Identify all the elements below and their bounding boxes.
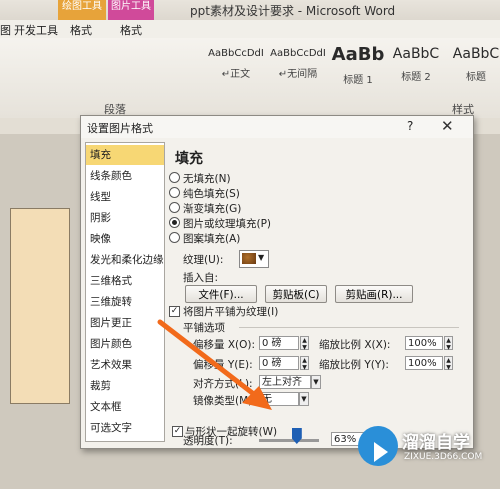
watermark-url: ZIXUE.3D66.COM: [404, 452, 483, 462]
play-icon: [374, 442, 388, 462]
watermark-name: 溜溜自学: [402, 433, 470, 453]
watermark-play-icon: [358, 426, 398, 466]
watermark: 溜溜自学 ZIXUE.3D66.COM: [356, 420, 500, 489]
annotation-arrow: [157, 319, 272, 410]
